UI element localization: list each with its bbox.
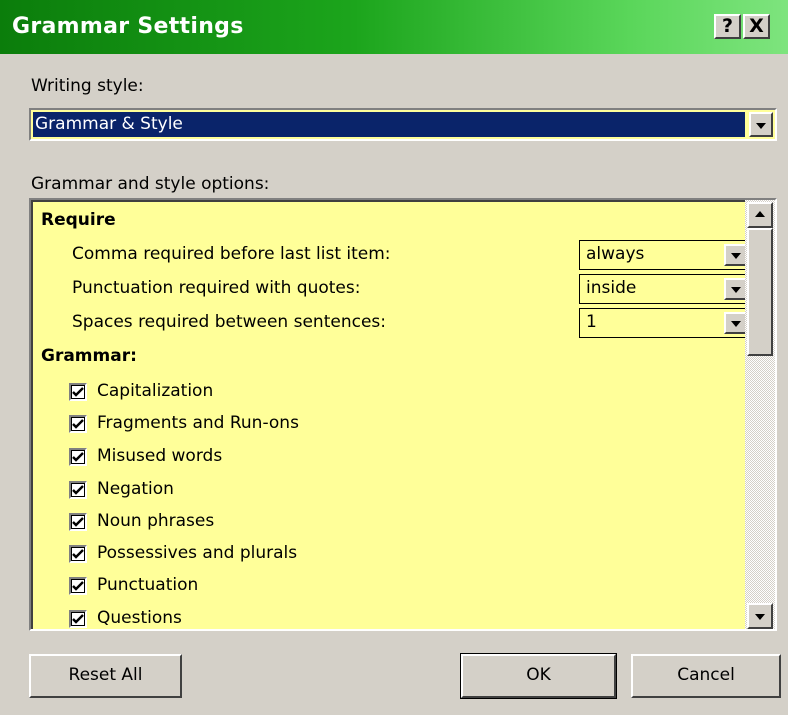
possessives-checkbox[interactable]	[69, 545, 87, 563]
fragments-checkbox[interactable]	[69, 415, 87, 433]
reset-all-button[interactable]: Reset All	[29, 654, 182, 698]
punctuation-label: Punctuation	[97, 575, 199, 595]
comma-option-dropdown[interactable]: always	[579, 240, 751, 270]
chevron-down-icon	[731, 321, 741, 327]
misused-words-checkbox[interactable]	[69, 448, 87, 466]
cancel-label: Cancel	[677, 665, 735, 685]
ok-label: OK	[526, 665, 551, 685]
spaces-option-label: Spaces required between sentences:	[72, 312, 386, 332]
grammar-heading: Grammar:	[41, 346, 137, 366]
reset-all-label: Reset All	[68, 665, 143, 685]
questions-checkbox[interactable]	[69, 610, 87, 628]
checkmark-icon	[72, 419, 84, 429]
noun-phrases-checkbox[interactable]	[69, 513, 87, 531]
options-list[interactable]: Require Comma required before last list …	[29, 198, 777, 631]
negation-label: Negation	[97, 479, 174, 499]
checkmark-icon	[72, 614, 84, 624]
writing-style-dropdown-button[interactable]	[749, 112, 773, 137]
scroll-down-button[interactable]	[747, 603, 773, 629]
close-button[interactable]: X	[743, 14, 770, 39]
punctuation-checkbox[interactable]	[69, 577, 87, 595]
fragments-label: Fragments and Run-ons	[97, 413, 299, 433]
scroll-up-button[interactable]	[747, 202, 773, 228]
options-scrollbar[interactable]	[745, 200, 775, 629]
spaces-option-dropdown[interactable]: 1	[579, 308, 751, 338]
require-heading: Require	[41, 210, 116, 230]
checkmark-icon	[72, 581, 84, 591]
checkmark-icon	[72, 549, 84, 559]
comma-option-value: always	[586, 244, 645, 264]
negation-checkbox[interactable]	[69, 481, 87, 499]
quotes-option-label: Punctuation required with quotes:	[72, 278, 361, 298]
scroll-thumb[interactable]	[747, 228, 773, 356]
writing-style-label: Writing style:	[31, 76, 144, 96]
chevron-down-icon	[731, 253, 741, 259]
chevron-down-icon	[756, 122, 766, 129]
quotes-option-dropdown[interactable]: inside	[579, 274, 751, 304]
cancel-button[interactable]: Cancel	[631, 654, 781, 698]
title-bar: Grammar Settings ? X	[0, 0, 788, 54]
capitalization-checkbox[interactable]	[69, 383, 87, 401]
checkmark-icon	[72, 387, 84, 397]
ok-button[interactable]: OK	[460, 653, 617, 699]
chevron-down-icon	[755, 614, 765, 620]
close-icon: X	[749, 15, 764, 37]
help-button[interactable]: ?	[714, 14, 741, 39]
checkmark-icon	[72, 452, 84, 462]
chevron-up-icon	[755, 211, 765, 217]
comma-option-label: Comma required before last list item:	[72, 244, 391, 264]
misused-words-label: Misused words	[97, 446, 223, 466]
quotes-option-value: inside	[586, 278, 637, 298]
questions-label: Questions	[97, 608, 182, 628]
help-icon: ?	[721, 15, 734, 37]
checkmark-icon	[72, 517, 84, 527]
writing-style-dropdown[interactable]: Grammar & Style	[29, 108, 777, 141]
possessives-label: Possessives and plurals	[97, 543, 298, 563]
checkmark-icon	[72, 485, 84, 495]
options-label: Grammar and style options:	[31, 174, 270, 194]
window-title: Grammar Settings	[12, 14, 244, 39]
writing-style-selected: Grammar & Style	[33, 112, 745, 137]
capitalization-label: Capitalization	[97, 381, 214, 401]
chevron-down-icon	[731, 287, 741, 293]
noun-phrases-label: Noun phrases	[97, 511, 215, 531]
spaces-option-value: 1	[586, 312, 597, 332]
